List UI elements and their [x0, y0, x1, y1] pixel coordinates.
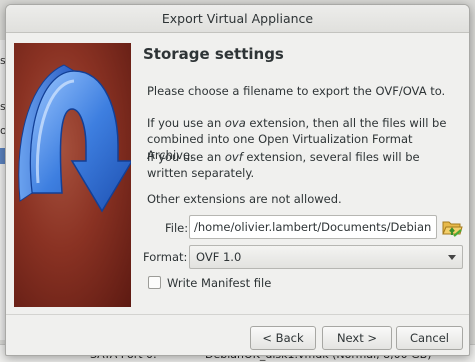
dialog-titlebar[interactable]: Export Virtual Appliance — [6, 5, 469, 33]
folder-open-icon — [442, 221, 463, 237]
wizard-banner — [14, 43, 131, 307]
ova-extension: ova — [224, 116, 246, 130]
footer-divider — [6, 314, 469, 315]
ovf-text-start: If you use an — [147, 150, 225, 164]
ovf-description: If you use an ovf extension, several fil… — [147, 149, 447, 181]
write-manifest-label[interactable]: Write Manifest file — [167, 276, 271, 290]
format-select[interactable]: OVF 1.0 — [189, 245, 463, 269]
write-manifest-checkbox[interactable] — [148, 276, 161, 289]
format-label: Format: — [143, 250, 188, 264]
chevron-down-icon — [448, 255, 456, 260]
dialog-title: Export Virtual Appliance — [161, 11, 314, 26]
format-selected-value: OVF 1.0 — [196, 250, 242, 264]
page-heading: Storage settings — [143, 45, 284, 63]
extension-note: Other extensions are not allowed. — [147, 192, 342, 206]
export-appliance-dialog: Export Virtual Appliance Storage setting… — [5, 4, 470, 356]
instruction-text: Please choose a filename to export the O… — [147, 84, 446, 98]
export-arrow-icon — [18, 64, 131, 213]
ovf-extension: ovf — [224, 150, 243, 164]
back-button[interactable]: < Back — [250, 326, 316, 350]
next-button[interactable]: Next > — [322, 326, 392, 350]
file-label: File: — [165, 221, 189, 235]
file-path-input[interactable] — [189, 215, 437, 239]
choose-file-button[interactable] — [441, 216, 463, 238]
ova-text-start: If you use an — [147, 116, 225, 130]
cancel-button[interactable]: Cancel — [396, 326, 463, 350]
